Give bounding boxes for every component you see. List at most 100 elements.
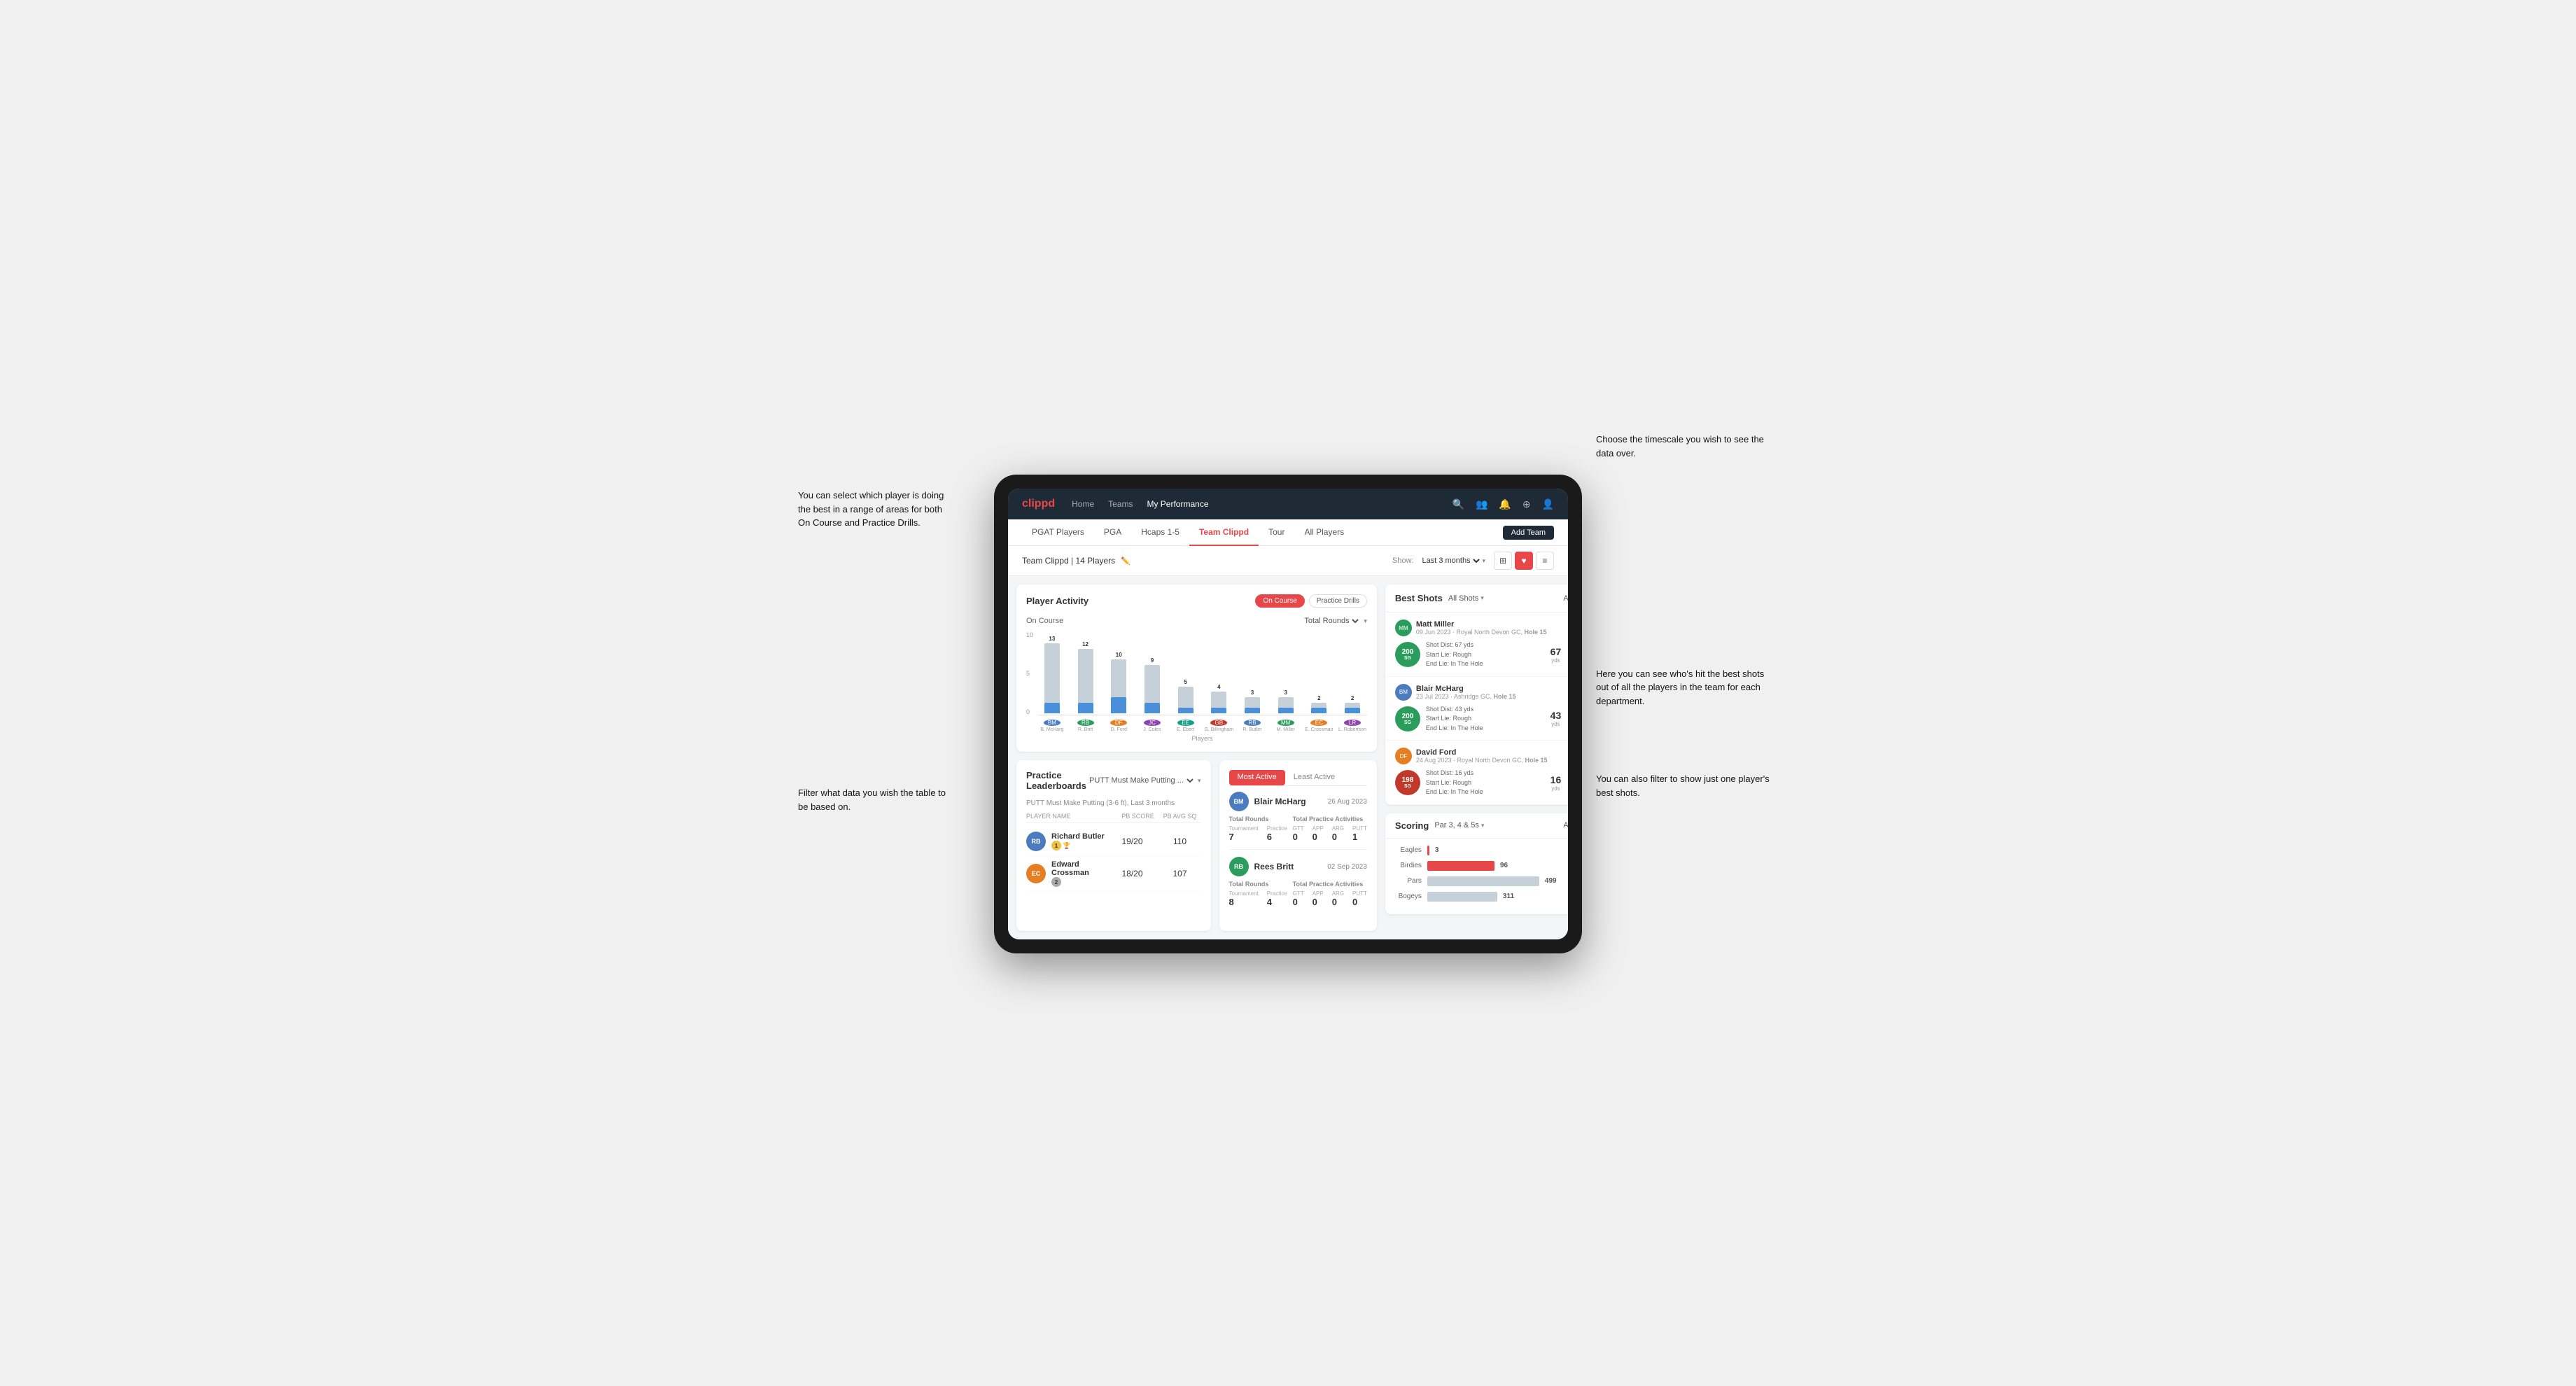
user-icon[interactable]: 👤 (1542, 498, 1554, 510)
timescale-select[interactable]: Last 3 months Last month Last 6 months L… (1419, 556, 1482, 566)
player-avatar-10: LR L. Robertson (1338, 720, 1367, 732)
tab-pgat-players[interactable]: PGAT Players (1022, 519, 1094, 546)
leaderboard-player-info-1: Richard Butler 1 🏆 (1051, 832, 1106, 850)
shot-player-meta-1: 09 Jun 2023 · Royal North Devon GC, Hole… (1416, 629, 1568, 636)
avatar-d-ford[interactable]: DF (1110, 720, 1127, 726)
stat-arg-label-2: ARG (1332, 890, 1344, 897)
stats-activities-title-1: Total Practice Activities (1293, 816, 1367, 822)
nav-link-teams[interactable]: Teams (1108, 499, 1133, 509)
avatar-r-butler[interactable]: RB (1244, 720, 1261, 726)
edit-icon[interactable]: ✏️ (1121, 556, 1130, 566)
team-name-label: Team Clippd | 14 Players (1022, 556, 1115, 566)
tab-tour[interactable]: Tour (1259, 519, 1294, 546)
nav-link-home[interactable]: Home (1072, 499, 1094, 509)
leaderboard-badge-2: 2 (1051, 877, 1106, 887)
tab-all-players[interactable]: All Players (1294, 519, 1354, 546)
stat-tournament-2: Tournament 8 (1229, 890, 1259, 907)
col-player-name: PLAYER NAME (1026, 813, 1117, 820)
bar-value-7: 3 (1251, 690, 1254, 696)
nav-link-performance[interactable]: My Performance (1147, 499, 1208, 509)
scoring-filter-2[interactable]: All Players ▾ (1563, 821, 1568, 830)
stat-practice-label-1: Practice (1267, 825, 1287, 832)
name-e-ebert: E. Ebert (1177, 727, 1194, 732)
right-panel: Best Shots All Shots ▾ All Players ▾ (1385, 576, 1568, 939)
scoring-num-birdies: 96 (1500, 862, 1508, 869)
users-icon[interactable]: 👥 (1476, 498, 1488, 510)
add-team-button[interactable]: Add Team (1503, 526, 1554, 540)
scoring-row-eagles: Eagles 3 (1395, 846, 1568, 855)
leaderboard-select[interactable]: PUTT Must Make Putting ... (1086, 776, 1196, 785)
annotation-bottom-left: Filter what data you wish the table to b… (798, 786, 952, 813)
avatar-l-robertson[interactable]: LR (1344, 720, 1361, 726)
metric-unit-1a: yds (1551, 657, 1560, 664)
tab-pga[interactable]: PGA (1094, 519, 1131, 546)
bar-value-10: 2 (1351, 695, 1354, 701)
scoring-all-players-label: All Players (1563, 821, 1568, 830)
grid-view-button[interactable]: ⊞ (1494, 552, 1512, 570)
stat-arg-val-1: 0 (1332, 832, 1344, 842)
practice-drills-toggle[interactable]: Practice Drills (1309, 594, 1367, 608)
avatar-r-britt[interactable]: RB (1077, 720, 1094, 726)
shot-player-info-3: David Ford 24 Aug 2023 · Royal North Dev… (1416, 748, 1568, 764)
avatar-b-mcharg[interactable]: BM (1044, 720, 1060, 726)
stat-tournament-label-2: Tournament (1229, 890, 1259, 897)
bar-e-ebert: 5 (1171, 679, 1200, 713)
name-r-britt: R. Britt (1078, 727, 1093, 732)
stats-activities-block-2: Total Practice Activities GTT 0 APP (1293, 881, 1367, 907)
least-active-tab[interactable]: Least Active (1285, 770, 1343, 785)
leaderboard-dropdown-arrow: ▾ (1198, 777, 1201, 785)
stat-tournament-label-1: Tournament (1229, 825, 1259, 832)
tab-hcaps[interactable]: Hcaps 1-5 (1131, 519, 1189, 546)
scoring-filter-1[interactable]: Par 3, 4 & 5s ▾ (1434, 821, 1484, 830)
shot-entry-2[interactable]: BM Blair McHarg 23 Jul 2023 · Ashridge G… (1385, 677, 1568, 741)
shot-entry-1[interactable]: MM Matt Miller 09 Jun 2023 · Royal North… (1385, 612, 1568, 677)
stat-arg-2: ARG 0 (1332, 890, 1344, 907)
stat-practice-val-2: 4 (1267, 897, 1287, 907)
avatar-g-billingham[interactable]: GB (1210, 720, 1227, 726)
leaderboard-row-2: EC Edward Crossman 2 18/20 107 (1026, 856, 1201, 892)
leaderboard-avatar-2: EC (1026, 864, 1046, 883)
most-active-tab[interactable]: Most Active (1229, 770, 1285, 785)
team-header: Team Clippd | 14 Players ✏️ Show: Last 3… (1008, 546, 1568, 576)
avatar-e-crossman[interactable]: EC (1310, 720, 1327, 726)
scoring-title: Scoring (1395, 820, 1429, 831)
bar-j-coles: 9 (1138, 657, 1167, 713)
scoring-label-eagles: Eagles (1395, 846, 1422, 854)
avatar-e-ebert[interactable]: EE (1177, 720, 1194, 726)
tab-team-clippd[interactable]: Team Clippd (1189, 519, 1259, 546)
bar-value-4: 9 (1151, 657, 1154, 664)
bottom-cards: Practice Leaderboards PUTT Must Make Put… (1016, 760, 1377, 931)
stat-putt-val-1: 1 (1352, 832, 1367, 842)
bell-icon[interactable]: 🔔 (1499, 498, 1511, 510)
annotation-top-right: Choose the timescale you wish to see the… (1596, 433, 1778, 460)
scoring-num-eagles: 3 (1435, 846, 1439, 854)
avatar-j-coles[interactable]: JC (1144, 720, 1161, 726)
shots-all-players-filter[interactable]: All Players ▾ (1563, 594, 1568, 603)
player-avatar-3: DF D. Ford (1104, 720, 1133, 732)
list-view-button[interactable]: ≡ (1536, 552, 1554, 570)
on-course-toggle[interactable]: On Course (1255, 594, 1304, 608)
shot-entry-3[interactable]: DF David Ford 24 Aug 2023 · Royal North … (1385, 741, 1568, 805)
bar-6 (1211, 692, 1226, 713)
timescale-dropdown-arrow: ▾ (1482, 557, 1485, 565)
bar-value-1: 13 (1049, 636, 1055, 642)
shot-avatar-3: DF (1395, 748, 1412, 764)
bar-r-butler: 3 (1238, 690, 1267, 713)
left-panel: Player Activity On Course Practice Drill… (1008, 576, 1385, 939)
sub-nav-right: Add Team (1503, 526, 1554, 540)
metric-val-1a: 67 (1550, 646, 1562, 657)
stats-activities-title-2: Total Practice Activities (1293, 881, 1367, 888)
search-icon[interactable]: 🔍 (1452, 498, 1464, 510)
name-m-miller: M. Miller (1276, 727, 1294, 732)
plus-circle-icon[interactable]: ⊕ (1522, 498, 1531, 510)
stats-rounds-title-2: Total Rounds (1229, 881, 1287, 888)
scoring-num-bogeys: 311 (1503, 892, 1514, 900)
total-rounds-select[interactable]: Total Rounds Fairways Hit GIR Putts (1301, 616, 1361, 626)
best-shots-card: Best Shots All Shots ▾ All Players ▾ (1385, 584, 1568, 805)
stats-row-1: Total Rounds Tournament 7 Practice (1229, 816, 1367, 842)
avatar-m-miller[interactable]: MM (1278, 720, 1294, 726)
metric-box-3a: 16 yds (1543, 774, 1568, 792)
shots-filter-1[interactable]: All Shots ▾ (1448, 594, 1484, 603)
heart-view-button[interactable]: ♥ (1515, 552, 1533, 570)
scoring-card: Scoring Par 3, 4 & 5s ▾ All Players ▾ (1385, 813, 1568, 914)
